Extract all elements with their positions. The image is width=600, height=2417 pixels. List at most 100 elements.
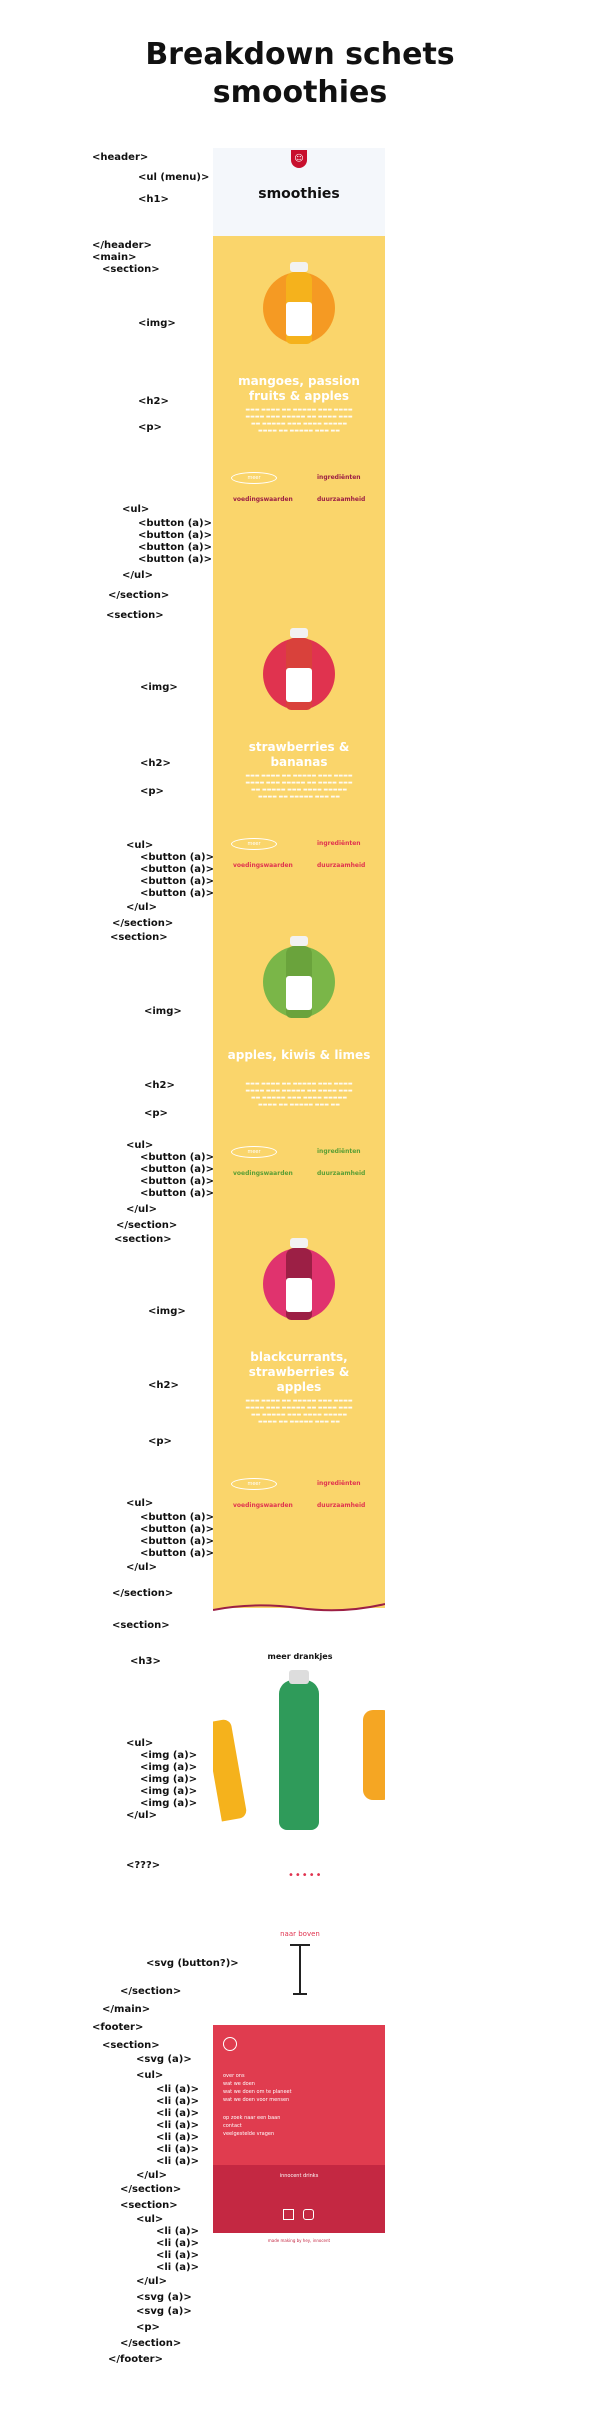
mockup-header: ☺ smoothies bbox=[213, 148, 385, 236]
footer-address: innocent drinks bbox=[279, 2173, 319, 2179]
duurzaamheid-button[interactable]: duurzaamheid bbox=[317, 496, 365, 503]
mockup-main: mangoes, passion fruits & apples ▬▬▬ ▬▬▬▬… bbox=[213, 236, 385, 1608]
facebook-icon[interactable] bbox=[283, 2209, 294, 2220]
voedingswaarden-button[interactable]: voedingswaarden bbox=[233, 862, 293, 869]
tag-label: <button (a)> bbox=[138, 518, 212, 529]
tag-label: <ul> bbox=[126, 1140, 154, 1151]
carousel-item-center[interactable] bbox=[279, 1680, 319, 1830]
tag-label: </ul> bbox=[126, 902, 157, 913]
tag-label: <button (a)> bbox=[140, 864, 214, 875]
tag-label: <button (a)> bbox=[138, 542, 212, 553]
bottle-cap bbox=[290, 628, 308, 638]
carousel-dots[interactable]: ••••• bbox=[288, 1870, 323, 1881]
meer-button[interactable]: meer bbox=[231, 1478, 277, 1490]
tag-label: <section> bbox=[110, 932, 168, 943]
tag-label: <ul> bbox=[122, 504, 150, 515]
tag-label: <img> bbox=[148, 1306, 186, 1317]
footer-copyright: made making by hey, innocent bbox=[267, 2238, 331, 2243]
carousel[interactable] bbox=[213, 1670, 385, 1840]
bottle-cap bbox=[290, 936, 308, 946]
tag-label: <button (a)> bbox=[140, 1512, 214, 1523]
voedingswaarden-button[interactable]: voedingswaarden bbox=[233, 496, 293, 503]
duurzaamheid-button[interactable]: duurzaamheid bbox=[317, 1170, 365, 1177]
ingredienten-button[interactable]: ingrediënten bbox=[317, 1148, 361, 1155]
product-title: strawberries & bananas bbox=[248, 740, 350, 769]
footer-link[interactable]: over ons bbox=[223, 2073, 245, 2080]
tag-label: <button (a)> bbox=[140, 888, 214, 899]
tag-label: <ul> bbox=[136, 2214, 164, 2225]
tag-label: <button (a)> bbox=[140, 1152, 214, 1163]
bottle-cap bbox=[290, 1238, 308, 1248]
tag-label: <ul> bbox=[126, 1498, 154, 1509]
carousel-item-left[interactable] bbox=[213, 1718, 248, 1822]
tag-label: <header> bbox=[92, 152, 149, 163]
tag-label: <li (a)> bbox=[156, 2156, 199, 2167]
product-title: apples, kiwis & limes bbox=[227, 1048, 371, 1062]
voedingswaarden-button[interactable]: voedingswaarden bbox=[233, 1502, 293, 1509]
title-line-1: Breakdown schets bbox=[145, 37, 455, 72]
footer-link[interactable]: wat we doen voor mensen bbox=[223, 2097, 289, 2104]
carousel-item-right[interactable] bbox=[363, 1710, 385, 1800]
tag-label: <h2> bbox=[144, 1080, 175, 1091]
tag-label: <section> bbox=[112, 1620, 170, 1631]
voedingswaarden-button[interactable]: voedingswaarden bbox=[233, 1170, 293, 1177]
tag-label: <img (a)> bbox=[140, 1750, 198, 1761]
tag-label: <h1> bbox=[138, 194, 169, 205]
product-title: mangoes, passion fruits & apples bbox=[238, 374, 360, 403]
meer-button[interactable]: meer bbox=[231, 838, 277, 850]
title-line-2: smoothies bbox=[212, 75, 388, 110]
tag-label: <p> bbox=[136, 2322, 160, 2333]
tag-label: </main> bbox=[102, 2004, 151, 2015]
footer-logo-icon[interactable] bbox=[223, 2037, 237, 2051]
tag-label: <p> bbox=[138, 422, 162, 433]
tag-label: <section> bbox=[102, 2040, 160, 2051]
tag-label: <li (a)> bbox=[156, 2226, 199, 2237]
naar-boven-label[interactable]: naar boven bbox=[270, 1930, 330, 1938]
duurzaamheid-button[interactable]: duurzaamheid bbox=[317, 862, 365, 869]
tag-label: <li (a)> bbox=[156, 2262, 199, 2273]
ingredienten-button[interactable]: ingrediënten bbox=[317, 474, 361, 481]
mockup-h1: smoothies bbox=[258, 186, 340, 202]
product-description: ▬▬▬ ▬▬▬▬ ▬▬ ▬▬▬▬▬ ▬▬▬ ▬▬▬▬ ▬▬▬▬ ▬▬▬ ▬▬▬▬▬… bbox=[245, 407, 353, 434]
tag-label: <li (a)> bbox=[156, 2084, 199, 2095]
duurzaamheid-button[interactable]: duurzaamheid bbox=[317, 1502, 365, 1509]
tag-label: <section> bbox=[106, 610, 164, 621]
tag-label: <ul> bbox=[136, 2070, 164, 2081]
ingredienten-button[interactable]: ingrediënten bbox=[317, 840, 361, 847]
footer-link[interactable]: op zoek naar een baan bbox=[223, 2115, 280, 2122]
footer-link[interactable]: wat we doen bbox=[223, 2081, 255, 2088]
logo-icon[interactable]: ☺ bbox=[291, 150, 307, 168]
ingredienten-button[interactable]: ingrediënten bbox=[317, 1480, 361, 1487]
tag-label: <img (a)> bbox=[140, 1786, 198, 1797]
back-to-top-icon[interactable] bbox=[285, 1942, 315, 2002]
tag-label: <li (a)> bbox=[156, 2132, 199, 2143]
instagram-icon[interactable] bbox=[303, 2209, 314, 2220]
bottle-label bbox=[286, 976, 312, 1010]
tag-label: </ul> bbox=[126, 1562, 157, 1573]
tag-label: </section> bbox=[112, 918, 174, 929]
tag-label: <li (a)> bbox=[156, 2108, 199, 2119]
meer-button[interactable]: meer bbox=[231, 1146, 277, 1158]
tag-label: </footer> bbox=[108, 2354, 163, 2365]
footer-link[interactable]: contact bbox=[223, 2123, 242, 2130]
tag-label: <svg (a)> bbox=[136, 2292, 192, 2303]
product-title: blackcurrants, strawberries & apples bbox=[248, 1350, 350, 1394]
tag-label: <p> bbox=[148, 1436, 172, 1447]
tag-label: </section> bbox=[120, 2338, 182, 2349]
tag-label: <footer> bbox=[92, 2022, 144, 2033]
footer-bottom: innocent drinks bbox=[213, 2165, 385, 2233]
tag-label: <li (a)> bbox=[156, 2096, 199, 2107]
footer-link[interactable]: veelgestelde vragen bbox=[223, 2131, 274, 2138]
tag-label: </ul> bbox=[126, 1810, 157, 1821]
tag-label: <img> bbox=[138, 318, 176, 329]
tag-label: <h3> bbox=[130, 1656, 161, 1667]
meer-drankjes-heading: meer drankjes bbox=[267, 1652, 333, 1661]
tag-label: <button (a)> bbox=[140, 1536, 214, 1547]
tag-label: <section> bbox=[120, 2200, 178, 2211]
tag-label: <h2> bbox=[140, 758, 171, 769]
meer-button[interactable]: meer bbox=[231, 472, 277, 484]
tag-label: <section> bbox=[102, 264, 160, 275]
tag-label: <li (a)> bbox=[156, 2120, 199, 2131]
bottle-label bbox=[286, 302, 312, 336]
footer-link[interactable]: wat we doen om te planeet bbox=[223, 2089, 292, 2096]
